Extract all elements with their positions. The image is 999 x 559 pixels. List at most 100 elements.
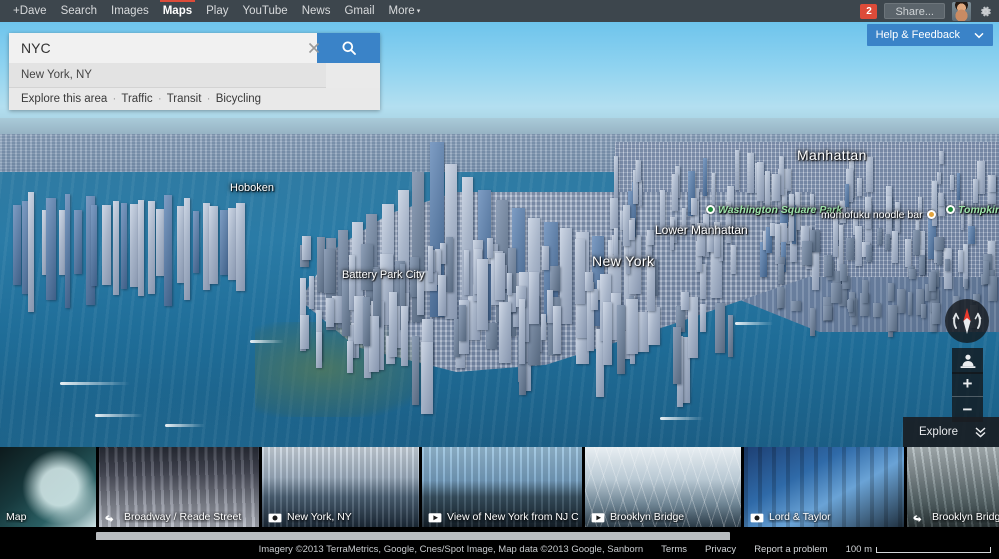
compass-icon[interactable] xyxy=(945,299,989,343)
building xyxy=(389,292,397,357)
map-poi-tompkins-square-park[interactable]: Tompkins S xyxy=(946,204,999,216)
thumb-new-york-ny[interactable]: New York, NY xyxy=(262,447,419,527)
option-separator-2: · xyxy=(156,93,164,105)
building xyxy=(636,160,642,182)
nav-play[interactable]: Play xyxy=(199,0,235,22)
building xyxy=(614,156,618,200)
google-top-navigation-bar: +Dave SearchImagesMapsPlayYouTubeNewsGmai… xyxy=(0,0,999,22)
option-transit[interactable]: Transit xyxy=(167,93,202,105)
building xyxy=(46,198,56,299)
building xyxy=(957,173,960,200)
thumb-brooklyn-bridge-video[interactable]: Brooklyn Bridge xyxy=(585,447,741,527)
nav-maps[interactable]: Maps xyxy=(156,0,199,22)
building xyxy=(28,192,34,312)
building xyxy=(855,226,862,266)
building xyxy=(236,203,245,291)
search-input[interactable] xyxy=(9,33,317,63)
thumb-brooklyn-bridge-sv[interactable]: Brooklyn Bridge xyxy=(907,447,999,527)
map-poi-momofuku-noodle-bar[interactable]: momofuku noodle bar xyxy=(821,209,936,221)
nav-plus-dave[interactable]: +Dave xyxy=(6,0,54,22)
building xyxy=(715,303,725,353)
gear-icon[interactable] xyxy=(978,4,993,19)
thumb-broadway-reade-street-label: Broadway / Reade Street xyxy=(105,511,255,523)
search-row xyxy=(9,33,380,63)
thumb-new-york-ny-text: New York, NY xyxy=(287,511,352,523)
building xyxy=(495,253,504,300)
nav-news[interactable]: News xyxy=(295,0,338,22)
building xyxy=(777,287,785,308)
avatar[interactable] xyxy=(952,2,971,21)
building xyxy=(908,292,913,315)
building xyxy=(897,289,904,313)
map-label-hoboken[interactable]: Hoboken xyxy=(230,182,274,194)
building xyxy=(499,302,510,363)
search-panel: New York, NY Explore this area · Traffic… xyxy=(9,33,380,110)
map-label-lower-manhattan[interactable]: Lower Manhattan xyxy=(655,223,748,237)
map-label-new-york[interactable]: New York xyxy=(592,253,654,269)
building xyxy=(888,305,897,331)
thumb-map[interactable]: Map xyxy=(0,447,96,527)
building xyxy=(591,289,598,310)
building xyxy=(550,266,560,291)
building xyxy=(728,315,733,357)
building xyxy=(691,198,697,215)
thumb-lord-and-taylor[interactable]: Lord & Taylor xyxy=(744,447,904,527)
thumb-broadway-reade-street[interactable]: Broadway / Reade Street xyxy=(99,447,259,527)
building xyxy=(812,247,819,291)
building xyxy=(824,255,832,277)
chevron-double-down-icon xyxy=(974,426,987,438)
building xyxy=(553,306,561,354)
street-view-pegman-icon[interactable] xyxy=(952,348,983,374)
building xyxy=(892,231,897,262)
building xyxy=(840,264,847,281)
option-separator-1: · xyxy=(111,93,119,105)
building xyxy=(919,255,925,275)
nav-search[interactable]: Search xyxy=(54,0,104,22)
close-icon[interactable] xyxy=(306,40,322,56)
help-and-feedback-button[interactable]: Help & Feedback xyxy=(867,24,993,46)
privacy-link[interactable]: Privacy xyxy=(705,544,736,555)
notifications-badge[interactable]: 2 xyxy=(860,4,877,19)
nav-more[interactable]: More▾ xyxy=(382,0,428,22)
nav-plus-dave-label: +Dave xyxy=(13,5,47,17)
building xyxy=(929,272,936,291)
map-label-battery-park-city[interactable]: Battery Park City xyxy=(342,269,425,281)
boat-wake xyxy=(735,322,773,325)
thumb-view-of-new-york[interactable]: View of New York from NJ City xyxy=(422,447,582,527)
building xyxy=(789,194,794,241)
option-bicycling[interactable]: Bicycling xyxy=(216,93,261,105)
building xyxy=(950,175,955,190)
search-suggestions-list: New York, NY xyxy=(9,63,380,88)
nav-gmail[interactable]: Gmail xyxy=(337,0,381,22)
nav-images[interactable]: Images xyxy=(104,0,156,22)
building xyxy=(446,237,452,291)
copyright-text: Imagery ©2013 TerraMetrics, Google, Cnes… xyxy=(259,544,644,555)
zoom-in-button[interactable]: + xyxy=(952,372,983,397)
explore-button[interactable]: Explore xyxy=(903,417,999,447)
building xyxy=(121,203,127,289)
building xyxy=(810,308,815,336)
thumb-map-label: Map xyxy=(6,511,92,523)
photo-carousel[interactable]: Map Broadway / Reade Street New York, NY Vi… xyxy=(0,447,999,539)
nav-youtube[interactable]: YouTube xyxy=(236,0,295,22)
search-button[interactable] xyxy=(317,33,380,63)
terms-link[interactable]: Terms xyxy=(661,544,687,555)
map-label-manhattan[interactable]: Manhattan xyxy=(797,147,867,163)
building xyxy=(401,306,408,367)
building xyxy=(626,299,638,354)
share-button[interactable]: Share... xyxy=(884,3,945,19)
search-suggestion-item[interactable]: New York, NY xyxy=(9,63,326,88)
option-explore-this-area[interactable]: Explore this area xyxy=(21,93,107,105)
report-a-problem-link[interactable]: Report a problem xyxy=(754,544,827,555)
park-marker-icon xyxy=(946,205,955,214)
building xyxy=(688,297,698,358)
building xyxy=(672,174,679,212)
building xyxy=(909,269,915,278)
map-options-bar: Explore this area · Traffic · Transit · … xyxy=(9,88,380,110)
building xyxy=(542,246,549,270)
building xyxy=(703,158,707,196)
building xyxy=(507,273,512,295)
building xyxy=(326,298,335,327)
building xyxy=(164,195,172,306)
option-traffic[interactable]: Traffic xyxy=(121,93,152,105)
